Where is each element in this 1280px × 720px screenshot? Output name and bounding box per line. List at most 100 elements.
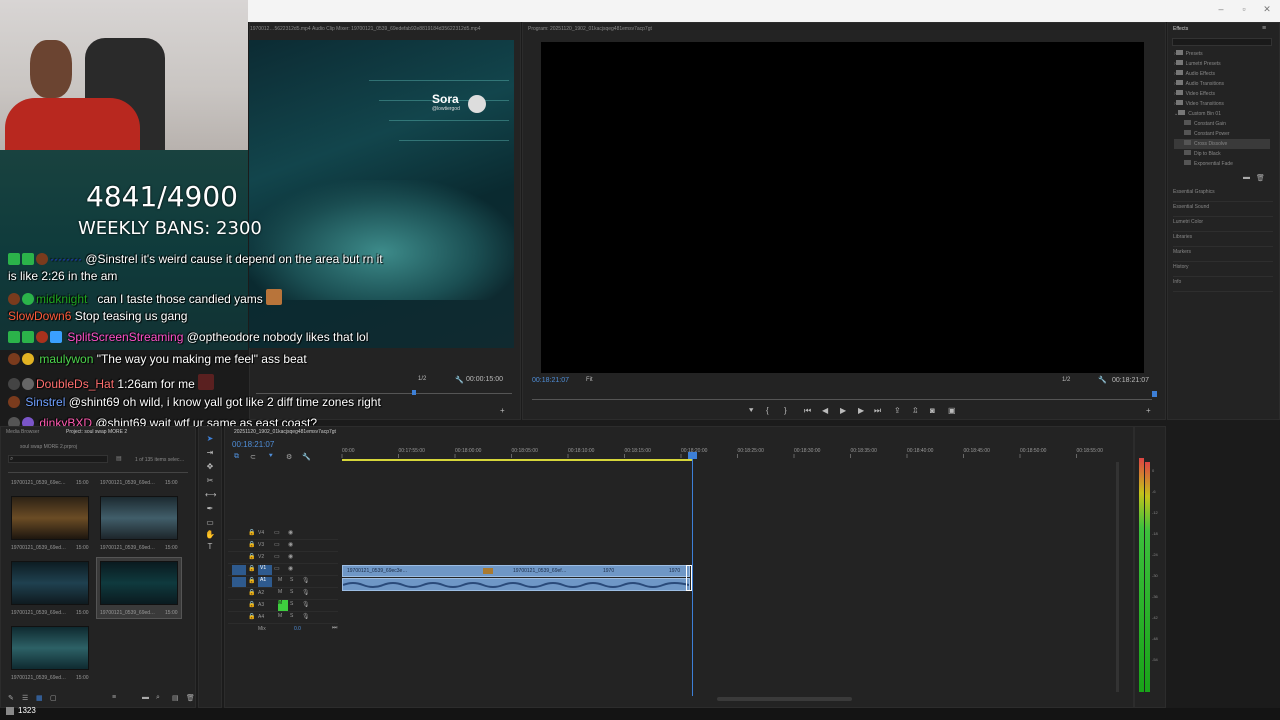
wrench-icon[interactable]: 🔧	[455, 376, 464, 384]
program-playhead[interactable]	[1152, 391, 1157, 397]
tab-timeline[interactable]: 20251120_1902_01kacjsqeg481emsv7acp7gt	[234, 429, 336, 435]
track-a2[interactable]: A2 🔒 M S 🎙	[228, 588, 338, 600]
sort-icon[interactable]: ≡	[112, 694, 116, 701]
comparison-view-icon[interactable]: ▣	[948, 406, 956, 415]
clip-thumbnail[interactable]	[11, 626, 89, 670]
snap-icon[interactable]: ⧉	[234, 453, 239, 461]
track-v4[interactable]: V4 🔒 ▭ ◉	[228, 528, 338, 540]
timeline-timecode[interactable]: 00:18:21:07	[232, 440, 274, 449]
tab-program[interactable]: Program: 20251120_1902_01kacjsqeg481emsv…	[528, 26, 652, 32]
step-back-icon[interactable]: ◀	[822, 406, 828, 415]
track-mix[interactable]: Mix 0.0 ⏭	[228, 624, 338, 636]
project-search-input[interactable]	[8, 455, 108, 463]
go-to-out-icon[interactable]: ⏭	[874, 406, 881, 416]
linked-selection-icon[interactable]: ⊂	[250, 453, 256, 461]
fx-constant-gain[interactable]: Constant Gain	[1174, 119, 1270, 129]
clip-thumbnail[interactable]	[11, 561, 89, 605]
icon-view-icon[interactable]: ▦	[36, 694, 43, 702]
section-markers[interactable]: Markers	[1173, 247, 1273, 262]
fx-audio-transitions[interactable]: ›Audio Transitions	[1174, 79, 1270, 89]
source-zoom[interactable]: 1/2	[418, 376, 426, 382]
timeline-playhead[interactable]	[688, 452, 697, 459]
track-v3[interactable]: V3 🔒 ▭ ◉	[228, 540, 338, 552]
hand-icon[interactable]: ✋	[205, 530, 215, 540]
fx-exponential-fade[interactable]: Exponential Fade	[1174, 159, 1270, 169]
extract-icon[interactable]: ⇫	[912, 406, 919, 415]
track-v1[interactable]: V1 🔒 ▭ ◉	[228, 564, 338, 576]
program-add-button-icon[interactable]: +	[1146, 406, 1151, 415]
mark-out-icon[interactable]: }	[784, 406, 787, 415]
fx-dip-to-black[interactable]: Dip to Black	[1174, 149, 1270, 159]
pencil-icon[interactable]: ✎	[8, 694, 14, 702]
fx-presets[interactable]: ›Presets	[1174, 49, 1270, 59]
export-frame-icon[interactable]: ◙	[930, 406, 935, 415]
section-lumetri-color[interactable]: Lumetri Color	[1173, 217, 1273, 232]
selection-tool-icon[interactable]: ➤	[205, 434, 215, 444]
rectangle-icon[interactable]: ▭	[205, 518, 215, 528]
program-scrubber[interactable]	[532, 399, 1152, 400]
section-libraries[interactable]: Libraries	[1173, 232, 1273, 247]
new-bin-icon[interactable]: ▬	[1243, 174, 1250, 181]
delete-icon[interactable]: 🗑	[186, 694, 195, 702]
list-view-icon[interactable]: ☰	[22, 694, 28, 702]
fit-dropdown[interactable]: Fit	[586, 377, 593, 383]
timeline-vscroll[interactable]	[1116, 462, 1119, 692]
marker-icon[interactable]: ⯆	[748, 406, 754, 416]
source-scrubber[interactable]	[256, 393, 512, 394]
tab-media-browser[interactable]: Media Browser	[6, 429, 39, 435]
fx-constant-power[interactable]: Constant Power	[1174, 129, 1270, 139]
maximize-button[interactable]: ▫	[1237, 4, 1251, 14]
section-history[interactable]: History	[1173, 262, 1273, 277]
track-a1[interactable]: A1 🔒 M S 🎙	[228, 576, 338, 588]
clip-thumbnail[interactable]	[11, 496, 89, 540]
program-zoom[interactable]: 1/2	[1062, 377, 1070, 383]
mark-in-icon[interactable]: {	[766, 406, 769, 415]
effects-search-input[interactable]	[1172, 38, 1272, 46]
clip-thumbnail[interactable]	[100, 496, 178, 540]
tab-source-clip[interactable]: 1970012…5622312d5.mp4	[250, 26, 311, 32]
fx-lumetri-presets[interactable]: ›Lumetri Presets	[1174, 59, 1270, 69]
razor-icon[interactable]: ✂	[205, 476, 215, 486]
section-essential-sound[interactable]: Essential Sound	[1173, 202, 1273, 217]
delete-icon[interactable]: 🗑	[1256, 174, 1265, 182]
time-ruler[interactable]: 00:00 00:17:55:00 00:18:00:00 00:18:05:00 00…	[340, 444, 1120, 464]
go-to-in-icon[interactable]: ⏮	[804, 406, 811, 416]
timeline-playhead-line[interactable]	[692, 454, 693, 696]
fx-video-transitions[interactable]: ›Video Transitions	[1174, 99, 1270, 109]
effects-title[interactable]: Effects	[1173, 26, 1188, 32]
tab-project[interactable]: Project: soul swap MORE 2	[66, 429, 127, 435]
fx-video-effects[interactable]: ›Video Effects	[1174, 89, 1270, 99]
source-playhead[interactable]	[412, 390, 416, 395]
fx-cross-dissolve[interactable]: Cross Dissolve	[1174, 139, 1270, 149]
ripple-edit-icon[interactable]: ✥	[205, 462, 215, 472]
add-marker-icon[interactable]: ⯆	[268, 453, 274, 461]
section-essential-graphics[interactable]: Essential Graphics	[1173, 187, 1273, 202]
program-wrench-icon[interactable]: 🔧	[1098, 376, 1107, 384]
work-area-bar[interactable]	[342, 459, 692, 461]
tab-audio-clip-mixer[interactable]: Audio Clip Mixer: 19700121_0539_69edefab…	[312, 26, 512, 32]
section-info[interactable]: Info	[1173, 277, 1273, 292]
pen-icon[interactable]: ✒	[205, 504, 215, 514]
play-icon[interactable]: ▶	[840, 406, 846, 415]
fx-custom-bin[interactable]: ⌄ Custom Bin 01	[1174, 109, 1270, 119]
clip-thumbnail-selected[interactable]	[100, 561, 178, 605]
new-bin-icon[interactable]: ▬	[142, 694, 149, 701]
track-select-icon[interactable]: ⇥	[205, 448, 215, 458]
track-a3[interactable]: A3 🔒 M S 🎙	[228, 600, 338, 612]
fx-audio-effects[interactable]: ›Audio Effects	[1174, 69, 1270, 79]
program-timecode[interactable]: 00:18:21:07	[532, 377, 569, 384]
freeform-view-icon[interactable]: ▢	[50, 694, 57, 702]
close-button[interactable]: ✕	[1260, 4, 1274, 15]
minimize-button[interactable]: –	[1214, 4, 1228, 14]
effects-menu-icon[interactable]: ≡	[1262, 25, 1266, 32]
wrench-icon[interactable]: 🔧	[302, 453, 311, 461]
audio-clip-a1[interactable]	[342, 578, 690, 591]
track-a4[interactable]: A4 🔒 M S 🎙	[228, 612, 338, 624]
timeline-hscroll[interactable]	[717, 697, 852, 701]
find-icon[interactable]: ⌕	[156, 694, 160, 702]
type-icon[interactable]: T	[205, 542, 215, 552]
video-clip-v1[interactable]: 19700121_0539_69ec3e… 19700121_0539_69ef…	[342, 565, 690, 577]
source-add-button-icon[interactable]: +	[500, 406, 505, 415]
new-item-icon[interactable]: ▤	[172, 694, 179, 702]
lift-icon[interactable]: ⇪	[894, 406, 901, 415]
